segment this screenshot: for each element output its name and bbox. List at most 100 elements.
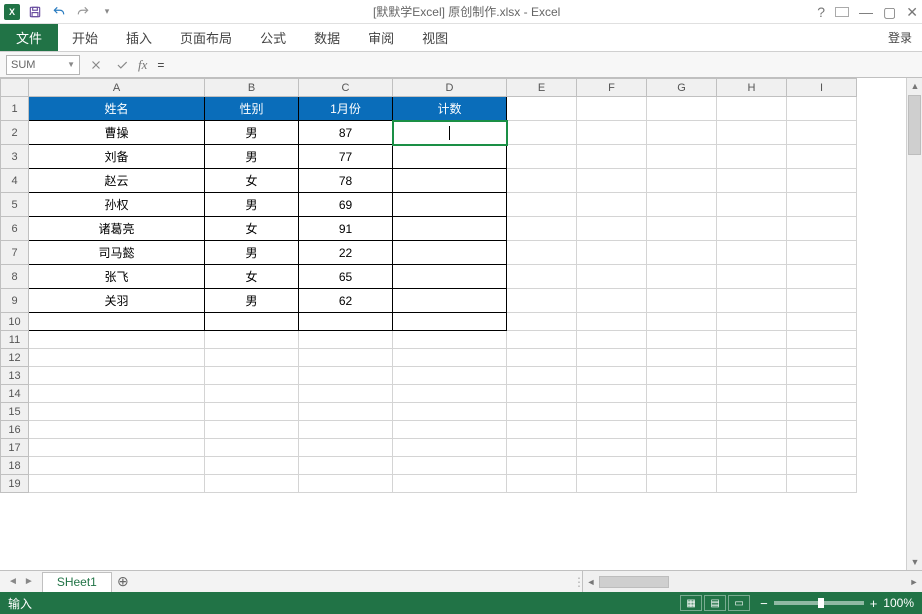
cell-A1[interactable]: 姓名 — [29, 97, 205, 121]
cell-C19[interactable] — [299, 475, 393, 493]
row-header-8[interactable]: 8 — [1, 265, 29, 289]
tab-view[interactable]: 视图 — [408, 24, 462, 51]
cell-H3[interactable] — [717, 145, 787, 169]
cell-G16[interactable] — [647, 421, 717, 439]
cell-F19[interactable] — [577, 475, 647, 493]
cell-D18[interactable] — [393, 457, 507, 475]
cell-C1[interactable]: 1月份 — [299, 97, 393, 121]
col-header-H[interactable]: H — [717, 79, 787, 97]
horizontal-scrollbar[interactable]: ◄ ► — [582, 571, 922, 592]
cell-I17[interactable] — [787, 439, 857, 457]
cell-A11[interactable] — [29, 331, 205, 349]
cell-B17[interactable] — [205, 439, 299, 457]
cell-F13[interactable] — [577, 367, 647, 385]
cell-C10[interactable] — [299, 313, 393, 331]
cell-H2[interactable] — [717, 121, 787, 145]
cell-C11[interactable] — [299, 331, 393, 349]
cell-D2[interactable] — [393, 121, 507, 145]
cell-E10[interactable] — [507, 313, 577, 331]
cell-B11[interactable] — [205, 331, 299, 349]
cell-E13[interactable] — [507, 367, 577, 385]
row-header-19[interactable]: 19 — [1, 475, 29, 493]
scroll-right-icon[interactable]: ► — [906, 574, 922, 590]
cell-C7[interactable]: 22 — [299, 241, 393, 265]
row-header-12[interactable]: 12 — [1, 349, 29, 367]
cell-I19[interactable] — [787, 475, 857, 493]
cell-H4[interactable] — [717, 169, 787, 193]
col-header-I[interactable]: I — [787, 79, 857, 97]
cell-I13[interactable] — [787, 367, 857, 385]
cell-B18[interactable] — [205, 457, 299, 475]
save-icon[interactable] — [26, 3, 44, 21]
cell-I4[interactable] — [787, 169, 857, 193]
cell-B7[interactable]: 男 — [205, 241, 299, 265]
cell-A5[interactable]: 孙权 — [29, 193, 205, 217]
close-icon[interactable]: ✕ — [906, 5, 918, 19]
cell-H14[interactable] — [717, 385, 787, 403]
cell-F8[interactable] — [577, 265, 647, 289]
cell-E11[interactable] — [507, 331, 577, 349]
formula-input[interactable] — [153, 55, 916, 75]
cell-F16[interactable] — [577, 421, 647, 439]
cell-F6[interactable] — [577, 217, 647, 241]
cell-C15[interactable] — [299, 403, 393, 421]
cell-I16[interactable] — [787, 421, 857, 439]
row-header-9[interactable]: 9 — [1, 289, 29, 313]
cell-H10[interactable] — [717, 313, 787, 331]
cell-D7[interactable] — [393, 241, 507, 265]
cell-B13[interactable] — [205, 367, 299, 385]
row-header-15[interactable]: 15 — [1, 403, 29, 421]
cell-E8[interactable] — [507, 265, 577, 289]
cell-G9[interactable] — [647, 289, 717, 313]
cell-C4[interactable]: 78 — [299, 169, 393, 193]
cell-I14[interactable] — [787, 385, 857, 403]
cell-D12[interactable] — [393, 349, 507, 367]
cell-H6[interactable] — [717, 217, 787, 241]
cell-G11[interactable] — [647, 331, 717, 349]
cell-F10[interactable] — [577, 313, 647, 331]
row-header-14[interactable]: 14 — [1, 385, 29, 403]
cell-C16[interactable] — [299, 421, 393, 439]
cell-F5[interactable] — [577, 193, 647, 217]
cell-A19[interactable] — [29, 475, 205, 493]
select-all-corner[interactable] — [1, 79, 29, 97]
tab-review[interactable]: 审阅 — [354, 24, 408, 51]
cell-B14[interactable] — [205, 385, 299, 403]
add-sheet-icon[interactable]: ⊕ — [112, 571, 134, 592]
cell-C18[interactable] — [299, 457, 393, 475]
cell-A15[interactable] — [29, 403, 205, 421]
cell-B19[interactable] — [205, 475, 299, 493]
cell-G3[interactable] — [647, 145, 717, 169]
cell-D16[interactable] — [393, 421, 507, 439]
cell-D5[interactable] — [393, 193, 507, 217]
cell-G12[interactable] — [647, 349, 717, 367]
cell-D3[interactable] — [393, 145, 507, 169]
cell-D19[interactable] — [393, 475, 507, 493]
row-header-5[interactable]: 5 — [1, 193, 29, 217]
cell-B16[interactable] — [205, 421, 299, 439]
cell-D11[interactable] — [393, 331, 507, 349]
cell-G10[interactable] — [647, 313, 717, 331]
cell-E9[interactable] — [507, 289, 577, 313]
file-tab[interactable]: 文件 — [0, 24, 58, 51]
enter-formula-icon[interactable] — [112, 55, 132, 75]
row-header-1[interactable]: 1 — [1, 97, 29, 121]
cell-F12[interactable] — [577, 349, 647, 367]
cell-F4[interactable] — [577, 169, 647, 193]
cell-D15[interactable] — [393, 403, 507, 421]
col-header-F[interactable]: F — [577, 79, 647, 97]
view-pagebreak-icon[interactable]: ▭ — [728, 595, 750, 611]
view-pagelayout-icon[interactable]: ▤ — [704, 595, 726, 611]
col-header-B[interactable]: B — [205, 79, 299, 97]
cell-G4[interactable] — [647, 169, 717, 193]
cell-B5[interactable]: 男 — [205, 193, 299, 217]
cell-B1[interactable]: 性别 — [205, 97, 299, 121]
row-header-4[interactable]: 4 — [1, 169, 29, 193]
row-header-3[interactable]: 3 — [1, 145, 29, 169]
cell-F2[interactable] — [577, 121, 647, 145]
cell-A10[interactable] — [29, 313, 205, 331]
cell-G5[interactable] — [647, 193, 717, 217]
cell-C13[interactable] — [299, 367, 393, 385]
cell-G19[interactable] — [647, 475, 717, 493]
cell-E19[interactable] — [507, 475, 577, 493]
